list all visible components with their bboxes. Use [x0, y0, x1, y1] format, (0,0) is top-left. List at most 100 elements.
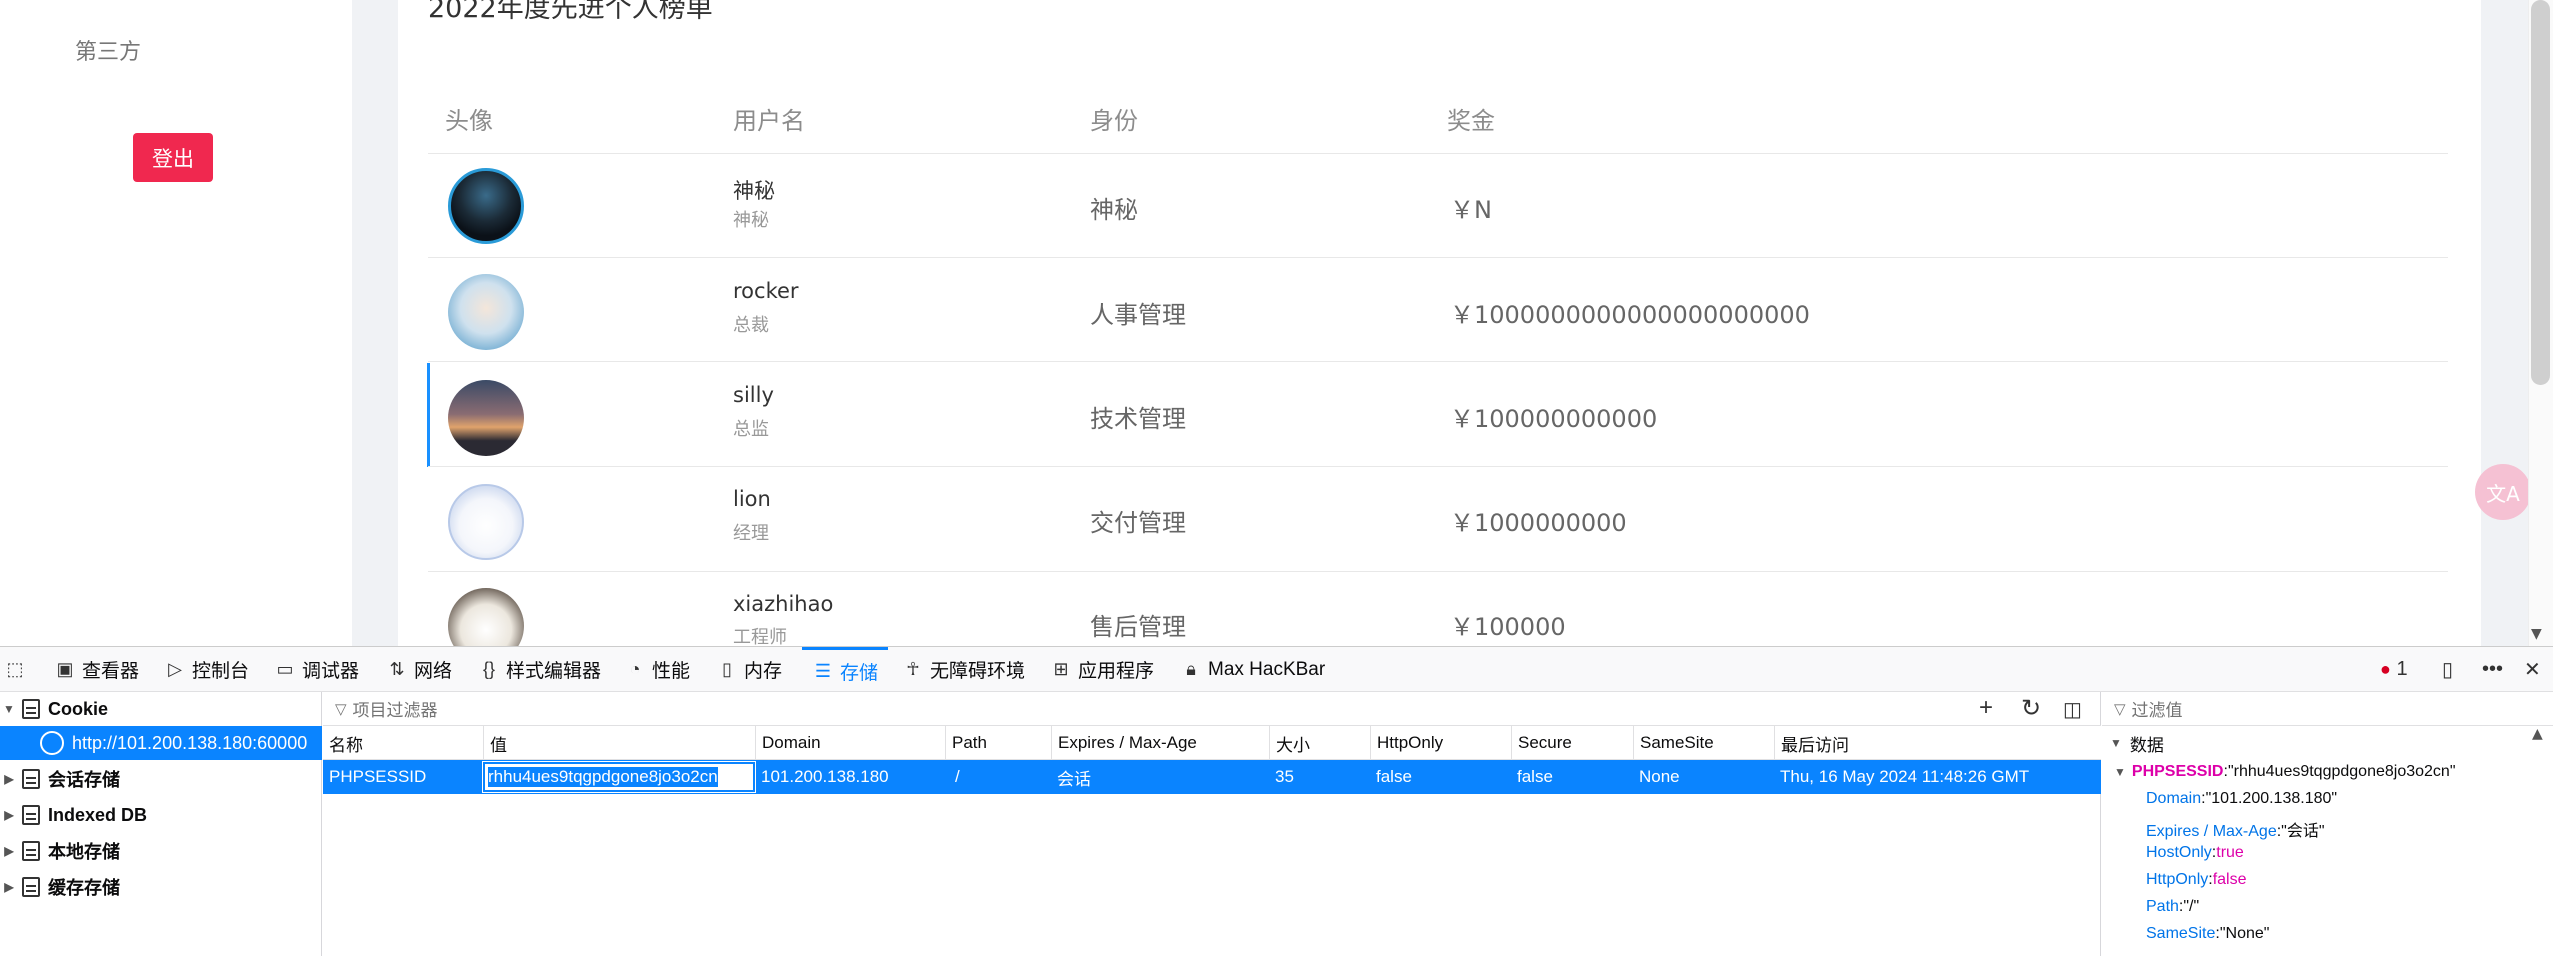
element-picker-icon[interactable]: ⬚: [4, 647, 32, 692]
expanded-arrow-icon: ▼: [2110, 736, 2122, 750]
tree-cookie-host[interactable]: http://101.200.138.180:60000: [0, 726, 322, 760]
style-editor-icon: {}: [482, 659, 496, 679]
scroll-down-arrow-icon[interactable]: ▼: [2531, 626, 2542, 642]
table-title: 2022年度先进个人榜单: [428, 0, 713, 24]
memory-icon: ▯: [722, 659, 732, 679]
column-header-size[interactable]: 大小: [1269, 726, 1370, 760]
bonus: ￥1000000000000000000000: [1450, 301, 1810, 329]
tab-storage[interactable]: ☰ 存储: [802, 647, 889, 692]
console-icon: ▷: [168, 659, 182, 679]
user-title: 工程师: [733, 627, 787, 646]
translate-icon[interactable]: 文A: [2475, 464, 2531, 520]
column-header-avatar: 头像: [445, 107, 493, 135]
cookie-samesite-cell[interactable]: None: [1633, 760, 1774, 794]
tab-performance[interactable]: ◔ 性能: [624, 647, 690, 692]
avatar: [448, 274, 524, 350]
tab-inspector[interactable]: ▣ 查看器: [54, 647, 139, 692]
data-field[interactable]: HttpOnly:false: [2146, 871, 2247, 889]
tree-session-storage[interactable]: ▶ 会话存储: [0, 762, 322, 796]
value-filter-input[interactable]: ▽ 过滤值: [2102, 692, 2553, 726]
tab-hackbar[interactable]: 🔒︎ Max HacKBar: [1180, 647, 1325, 692]
logout-button[interactable]: 登出: [133, 133, 213, 182]
toggle-sidebar-icon[interactable]: ◫: [2063, 697, 2082, 722]
page-scrollbar-thumb[interactable]: [2531, 0, 2550, 385]
column-header-path[interactable]: Path: [945, 726, 1051, 760]
refresh-icon[interactable]: ↻: [2021, 694, 2041, 723]
tree-indexed-db[interactable]: ▶ Indexed DB: [0, 798, 322, 832]
column-header-name[interactable]: 名称: [323, 726, 483, 760]
tab-accessibility[interactable]: ☥ 无障碍环境: [902, 647, 1025, 692]
inspector-icon: ▣: [56, 659, 74, 679]
tab-console[interactable]: ▷ 控制台: [164, 647, 249, 692]
avatar: [448, 168, 524, 244]
role: 技术管理: [1090, 405, 1186, 433]
storage-tree: ▼ Cookie http://101.200.138.180:60000 ▶ 会话…: [0, 692, 322, 956]
storage-icon: [22, 699, 40, 719]
table-row[interactable]: PHPSESSID rhhu4ues9tqgpdgone8jo3o2cn 101…: [323, 760, 2101, 794]
cookie-name-cell[interactable]: PHPSESSID: [323, 760, 483, 794]
column-header-samesite[interactable]: SameSite: [1633, 726, 1774, 760]
cookie-size-cell[interactable]: 35: [1269, 760, 1370, 794]
tree-cookie[interactable]: ▼ Cookie: [0, 692, 322, 726]
data-field[interactable]: Expires / Max-Age:"会话": [2146, 817, 2325, 841]
tab-style-editor[interactable]: {} 样式编辑器: [478, 647, 601, 692]
tab-debugger[interactable]: ▭ 调试器: [274, 647, 359, 692]
expanded-arrow-icon: ▼: [2114, 765, 2126, 779]
column-header-username: 用户名: [733, 107, 805, 135]
network-icon: ⇅: [389, 659, 405, 679]
column-header-value[interactable]: 值: [483, 726, 755, 760]
tree-local-storage[interactable]: ▶ 本地存储: [0, 834, 322, 868]
avatar: [448, 484, 524, 560]
debugger-icon: ▭: [276, 659, 294, 679]
column-header-expires[interactable]: Expires / Max-Age: [1051, 726, 1269, 760]
globe-icon: [40, 731, 64, 755]
scroll-up-arrow-icon[interactable]: ▲: [2532, 726, 2543, 742]
data-cookie-entry[interactable]: ▼ PHPSESSID:"rhhu4ues9tqgpdgone8jo3o2cn": [2114, 763, 2456, 781]
devtools-toolbar: ⬚ ▣ 查看器 ▷ 控制台 ▭ 调试器 ⇅ 网络 {} 样式编辑器 ◔ 性能 ▯ 内存 ☰ 存储…: [0, 647, 2553, 692]
close-devtools-icon[interactable]: ✕: [2524, 647, 2541, 692]
column-header-bonus: 奖金: [1447, 107, 1495, 135]
bonus: ￥N: [1450, 196, 1492, 224]
tab-network[interactable]: ⇅ 网络: [386, 647, 452, 692]
responsive-mode-icon[interactable]: ▯: [2442, 647, 2453, 692]
cookie-value-edit-field[interactable]: rhhu4ues9tqgpdgone8jo3o2cn: [482, 761, 756, 793]
username: rocker: [733, 279, 799, 303]
error-count-badge[interactable]: ● 1: [2380, 647, 2408, 692]
add-item-icon[interactable]: +: [1979, 694, 1993, 722]
storage-icon: [22, 805, 40, 825]
tab-application[interactable]: ⊞ 应用程序: [1050, 647, 1154, 692]
hackbar-icon: 🔒︎: [1186, 659, 1196, 679]
cookie-last-accessed-cell[interactable]: Thu, 16 May 2024 11:48:26 GMT: [1774, 760, 2101, 794]
user-title: 神秘: [733, 210, 769, 231]
column-header-httponly[interactable]: HttpOnly: [1370, 726, 1511, 760]
menu-item-third-party[interactable]: 第三方: [75, 34, 141, 66]
column-header-domain[interactable]: Domain: [755, 726, 945, 760]
data-field[interactable]: Domain:"101.200.138.180": [2146, 790, 2337, 808]
role: 神秘: [1090, 196, 1138, 224]
item-filter-input[interactable]: ▽ 项目过滤器: [323, 692, 2101, 726]
column-header-secure[interactable]: Secure: [1511, 726, 1633, 760]
role: 人事管理: [1090, 301, 1186, 329]
more-options-icon[interactable]: •••: [2482, 647, 2503, 692]
column-header-last-accessed[interactable]: 最后访问: [1774, 726, 2101, 760]
cookie-domain-cell[interactable]: 101.200.138.180: [755, 760, 945, 794]
tab-memory[interactable]: ▯ 内存: [716, 647, 782, 692]
error-icon: ●: [2380, 659, 2391, 679]
data-section-heading[interactable]: ▼ 数据: [2102, 726, 2553, 760]
expanded-arrow-icon: ▼: [3, 702, 15, 716]
user-title: 总监: [733, 419, 769, 440]
storage-icon: ☰: [814, 660, 832, 681]
cookie-path-cell[interactable]: /: [945, 760, 1051, 794]
row-divider: [428, 257, 2448, 258]
data-field[interactable]: HostOnly:true: [2146, 844, 2244, 862]
filter-icon: ▽: [2114, 700, 2126, 718]
cookie-expires-cell[interactable]: 会话: [1051, 760, 1269, 794]
data-field[interactable]: SameSite:"None": [2146, 925, 2269, 943]
side-menu: 第三方 登出: [0, 0, 352, 646]
cookie-httponly-cell[interactable]: false: [1370, 760, 1511, 794]
cookie-secure-cell[interactable]: false: [1511, 760, 1633, 794]
tree-cache-storage[interactable]: ▶ 缓存存储: [0, 870, 322, 904]
data-field[interactable]: Path:"/": [2146, 898, 2199, 916]
row-divider: [428, 361, 2448, 362]
bonus: ￥100000000000: [1450, 405, 1658, 433]
